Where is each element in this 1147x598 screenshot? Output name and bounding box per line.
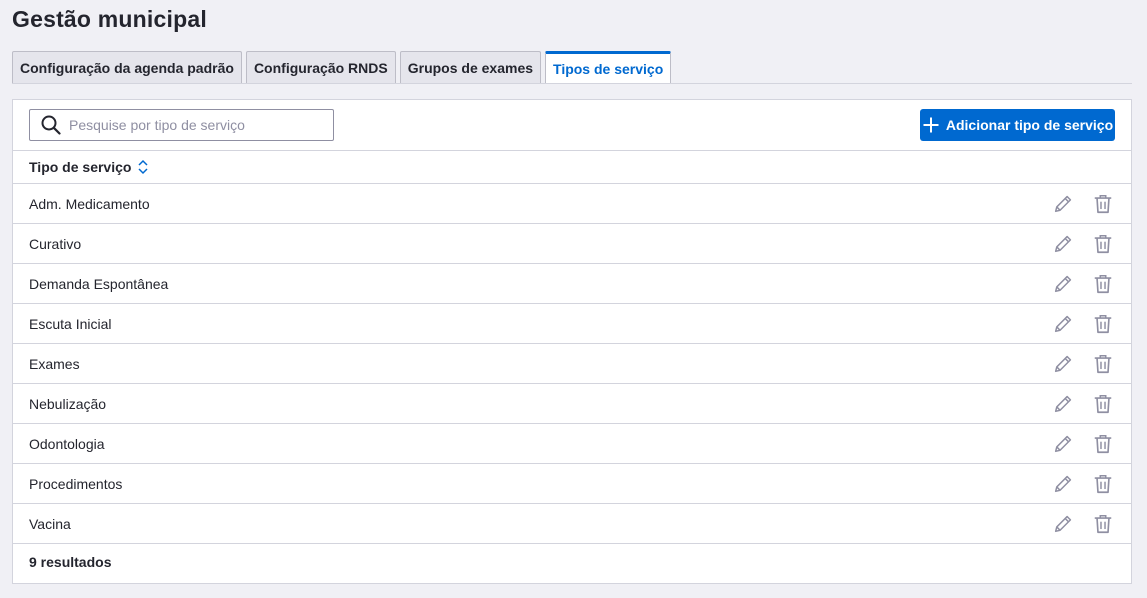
tab-grupos-exames[interactable]: Grupos de exames bbox=[399, 51, 542, 84]
table-row: Adm. Medicamento bbox=[13, 184, 1131, 224]
delete-button[interactable] bbox=[1091, 232, 1115, 256]
service-type-name: Demanda Espontânea bbox=[29, 275, 169, 292]
edit-button[interactable] bbox=[1051, 512, 1075, 536]
table-row: Procedimentos bbox=[13, 464, 1131, 504]
row-actions bbox=[1051, 304, 1115, 344]
row-actions bbox=[1051, 264, 1115, 304]
edit-icon bbox=[1054, 515, 1072, 533]
sort-icon[interactable] bbox=[137, 159, 149, 175]
edit-button[interactable] bbox=[1051, 432, 1075, 456]
delete-button[interactable] bbox=[1091, 192, 1115, 216]
service-type-name: Adm. Medicamento bbox=[29, 195, 150, 212]
delete-button[interactable] bbox=[1091, 352, 1115, 376]
delete-button[interactable] bbox=[1091, 512, 1115, 536]
row-actions bbox=[1051, 424, 1115, 464]
edit-icon bbox=[1054, 355, 1072, 373]
delete-icon bbox=[1094, 195, 1112, 214]
search-field[interactable] bbox=[29, 109, 334, 141]
delete-button[interactable] bbox=[1091, 432, 1115, 456]
column-header-service-type[interactable]: Tipo de serviço bbox=[29, 159, 131, 175]
result-count: 9 resultados bbox=[29, 554, 112, 570]
row-actions bbox=[1051, 384, 1115, 424]
edit-icon bbox=[1054, 235, 1072, 253]
delete-icon bbox=[1094, 475, 1112, 494]
row-actions bbox=[1051, 224, 1115, 264]
table-row: Curativo bbox=[13, 224, 1131, 264]
search-input[interactable] bbox=[69, 117, 319, 133]
table-row: Exames bbox=[13, 344, 1131, 384]
service-type-name: Vacina bbox=[29, 515, 71, 532]
service-type-name: Odontologia bbox=[29, 435, 105, 452]
edit-icon bbox=[1054, 275, 1072, 293]
delete-icon bbox=[1094, 435, 1112, 454]
delete-button[interactable] bbox=[1091, 272, 1115, 296]
edit-icon bbox=[1054, 435, 1072, 453]
edit-button[interactable] bbox=[1051, 312, 1075, 336]
delete-button[interactable] bbox=[1091, 312, 1115, 336]
delete-icon bbox=[1094, 355, 1112, 374]
table-body: Adm. Medicamento Curativo Demanda Espont… bbox=[13, 184, 1131, 544]
tab-divider bbox=[12, 83, 1132, 84]
service-type-name: Nebulização bbox=[29, 395, 107, 412]
service-type-name: Procedimentos bbox=[29, 475, 123, 492]
delete-icon bbox=[1094, 395, 1112, 414]
table-row: Escuta Inicial bbox=[13, 304, 1131, 344]
delete-icon bbox=[1094, 515, 1112, 534]
add-service-type-button[interactable]: Adicionar tipo de serviço bbox=[920, 109, 1115, 141]
row-actions bbox=[1051, 504, 1115, 544]
edit-icon bbox=[1054, 195, 1072, 213]
plus-icon bbox=[923, 117, 939, 133]
edit-icon bbox=[1054, 315, 1072, 333]
table-row: Nebulização bbox=[13, 384, 1131, 424]
tab-tipos-servico[interactable]: Tipos de serviço bbox=[545, 51, 672, 84]
edit-button[interactable] bbox=[1051, 192, 1075, 216]
delete-button[interactable] bbox=[1091, 392, 1115, 416]
edit-button[interactable] bbox=[1051, 392, 1075, 416]
row-actions bbox=[1051, 464, 1115, 504]
table-row: Odontologia bbox=[13, 424, 1131, 464]
tab-bar: Configuração da agenda padrão Configuraç… bbox=[12, 51, 672, 84]
search-icon bbox=[41, 115, 61, 135]
content-panel: Adicionar tipo de serviço Tipo de serviç… bbox=[12, 99, 1132, 584]
service-type-name: Escuta Inicial bbox=[29, 315, 112, 332]
service-type-name: Curativo bbox=[29, 235, 82, 252]
delete-button[interactable] bbox=[1091, 472, 1115, 496]
delete-icon bbox=[1094, 315, 1112, 334]
table-row: Vacina bbox=[13, 504, 1131, 544]
edit-icon bbox=[1054, 475, 1072, 493]
add-service-type-label: Adicionar tipo de serviço bbox=[945, 117, 1114, 133]
page-title: Gestão municipal bbox=[12, 6, 207, 32]
delete-icon bbox=[1094, 235, 1112, 254]
edit-button[interactable] bbox=[1051, 352, 1075, 376]
delete-icon bbox=[1094, 275, 1112, 294]
edit-button[interactable] bbox=[1051, 272, 1075, 296]
row-actions bbox=[1051, 344, 1115, 384]
row-actions bbox=[1051, 184, 1115, 224]
tab-agenda-padrao[interactable]: Configuração da agenda padrão bbox=[12, 51, 242, 84]
edit-button[interactable] bbox=[1051, 472, 1075, 496]
tab-rnds[interactable]: Configuração RNDS bbox=[245, 51, 396, 84]
edit-button[interactable] bbox=[1051, 232, 1075, 256]
edit-icon bbox=[1054, 395, 1072, 413]
table-header: Tipo de serviço bbox=[13, 150, 1131, 184]
table-row: Demanda Espontânea bbox=[13, 264, 1131, 304]
service-type-name: Exames bbox=[29, 355, 80, 372]
